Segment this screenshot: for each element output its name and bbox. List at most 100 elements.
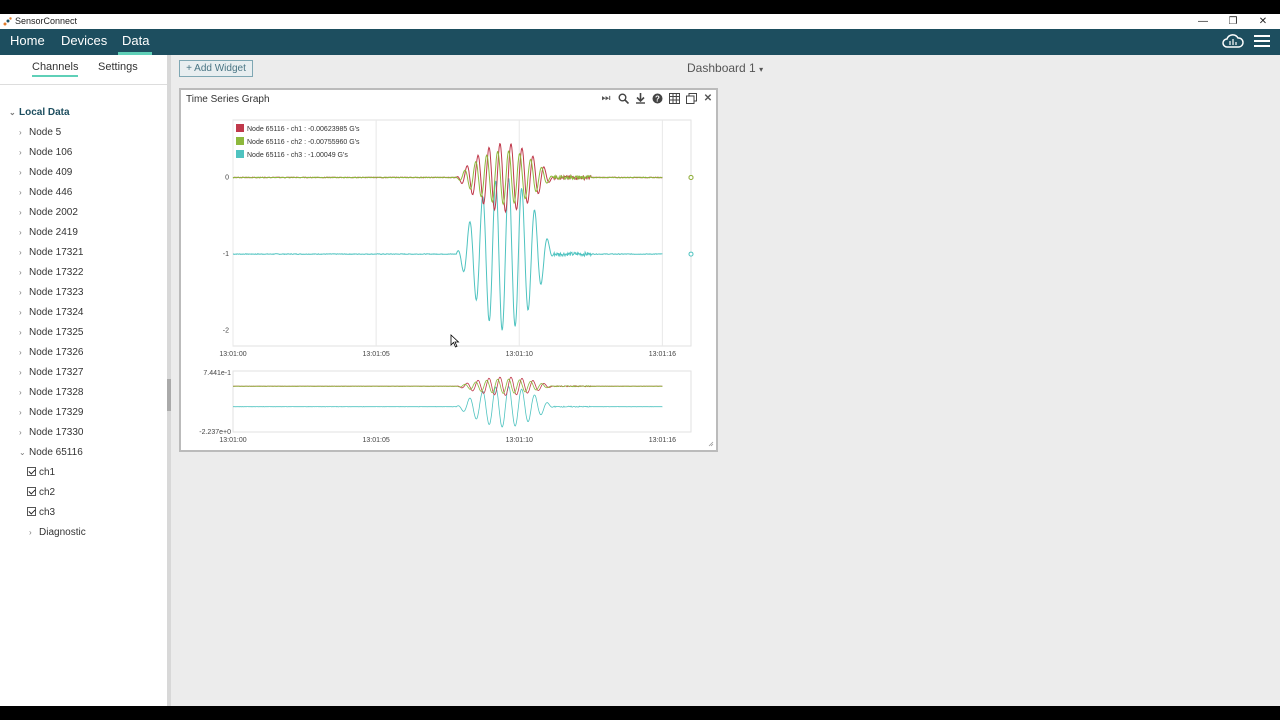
chevron-right-icon[interactable]: ›	[19, 248, 29, 257]
add-widget-button[interactable]: + Add Widget	[179, 60, 253, 77]
tree-node[interactable]: › Node 17330	[19, 427, 84, 438]
tree-label: Node 17330	[29, 427, 84, 438]
legend-swatch	[236, 124, 244, 132]
tree-label: Local Data	[19, 107, 70, 118]
top-nav: Home Devices Data	[0, 29, 1280, 55]
overview-x-tick: 13:01:05	[363, 437, 390, 444]
cloud-icon[interactable]	[1222, 32, 1244, 52]
channel-checkbox[interactable]	[27, 507, 36, 516]
dashboard-name: Dashboard 1	[687, 61, 756, 75]
channel-checkbox[interactable]	[27, 467, 36, 476]
channel-checkbox[interactable]	[27, 487, 36, 496]
tree-node[interactable]: › Node 17328	[19, 387, 84, 398]
overview-x-tick: 13:01:10	[506, 437, 533, 444]
tree-node[interactable]: › Node 106	[19, 147, 72, 158]
time-series-chart[interactable]: 13:01:00 13:01:05 13:01:10 13:01:16 0 -1 -2 Nod…	[181, 90, 716, 450]
chevron-right-icon[interactable]: ›	[19, 328, 29, 337]
close-window-button[interactable]: ✕	[1248, 14, 1278, 29]
x-tick-label: 13:01:10	[506, 351, 533, 358]
tree-node[interactable]: › Node 2419	[19, 227, 78, 238]
tree-node-diagnostic[interactable]: › Diagnostic	[29, 527, 86, 538]
tree-label: Node 17327	[29, 367, 84, 378]
x-tick-label: 13:01:16	[649, 351, 676, 358]
sidebar: Channels Settings ⌄ Local Data › Node 5 › Nod…	[0, 55, 167, 706]
chevron-right-icon[interactable]: ›	[19, 188, 29, 197]
tree-label: Node 17321	[29, 247, 84, 258]
channel-item[interactable]: ch2	[27, 487, 55, 498]
chevron-right-icon[interactable]: ›	[19, 148, 29, 157]
tree-node[interactable]: › Node 17321	[19, 247, 84, 258]
series-end-marker	[688, 251, 694, 257]
tree-label: Node 409	[29, 167, 73, 178]
app-window: SensorConnect — ❐ ✕ Home Devices Data Ch…	[0, 14, 1280, 706]
window-title: SensorConnect	[15, 16, 78, 26]
x-tick-label: 13:01:00	[219, 351, 246, 358]
tree-label: Node 17329	[29, 407, 84, 418]
overview-x-tick: 13:01:00	[219, 437, 246, 444]
chevron-right-icon[interactable]: ›	[19, 408, 29, 417]
legend-entry: Node 65116 - ch2 : -0.00755960 G's	[247, 139, 360, 146]
overview-y-max: 7.441e-1	[203, 370, 231, 377]
y-tick-label: 0	[225, 174, 229, 181]
chevron-right-icon[interactable]: ›	[19, 348, 29, 357]
resize-grip-icon	[708, 441, 714, 447]
tree-label: Node 106	[29, 147, 73, 158]
tree-label: Node 2419	[29, 227, 78, 238]
tree-label: Node 65116	[29, 447, 83, 458]
caret-down-icon: ▾	[759, 65, 764, 74]
chevron-right-icon[interactable]: ›	[19, 168, 29, 177]
tree-node[interactable]: › Node 446	[19, 187, 72, 198]
tree-node[interactable]: › Node 17326	[19, 347, 84, 358]
overview-x-tick: 13:01:16	[649, 437, 676, 444]
splitter-handle[interactable]	[167, 379, 171, 411]
chevron-right-icon[interactable]: ›	[19, 388, 29, 397]
channel-label: ch3	[39, 507, 56, 518]
chevron-right-icon[interactable]: ›	[19, 228, 29, 237]
chevron-right-icon[interactable]: ›	[19, 308, 29, 317]
tree-node[interactable]: › Node 17323	[19, 287, 84, 298]
mouse-cursor-icon	[450, 334, 460, 348]
nav-home[interactable]: Home	[10, 33, 45, 48]
tree-label: Node 17328	[29, 387, 84, 398]
tab-settings[interactable]: Settings	[98, 61, 138, 73]
channel-item[interactable]: ch1	[27, 467, 55, 478]
tree-label: Node 17325	[29, 327, 84, 338]
chevron-right-icon[interactable]: ›	[19, 428, 29, 437]
minimize-button[interactable]: —	[1188, 14, 1218, 29]
channel-item[interactable]: ch3	[27, 507, 55, 518]
chevron-down-icon[interactable]: ⌄	[9, 108, 19, 117]
tree-node[interactable]: › Node 5	[19, 127, 61, 138]
nav-devices[interactable]: Devices	[61, 33, 107, 48]
y-tick-label: -2	[223, 328, 229, 335]
time-series-widget[interactable]: Time Series Graph ⏭ ? ✕ 13:01:00 13:01:05…	[179, 88, 718, 452]
tree-node[interactable]: › Node 17329	[19, 407, 84, 418]
chevron-down-icon[interactable]: ⌄	[19, 448, 29, 457]
chevron-right-icon[interactable]: ›	[19, 208, 29, 217]
hamburger-menu-icon[interactable]	[1254, 35, 1270, 49]
dashboard-selector[interactable]: Dashboard 1 ▾	[687, 61, 763, 75]
restore-button[interactable]: ❐	[1218, 14, 1248, 29]
tree-node[interactable]: › Node 17325	[19, 327, 84, 338]
tree-root-local-data[interactable]: ⌄ Local Data	[9, 107, 70, 118]
tree-label: Node 2002	[29, 207, 78, 218]
tree-node[interactable]: › Node 2002	[19, 207, 78, 218]
legend-swatch	[236, 137, 244, 145]
tree-label: Node 446	[29, 187, 73, 198]
tree-node[interactable]: ⌄ Node 65116	[19, 447, 83, 458]
chevron-right-icon[interactable]: ›	[19, 268, 29, 277]
tree-node[interactable]: › Node 409	[19, 167, 72, 178]
tree-node[interactable]: › Node 17327	[19, 367, 84, 378]
tree-label: Node 5	[29, 127, 62, 138]
nav-data[interactable]: Data	[122, 33, 149, 48]
channel-label: ch2	[39, 487, 56, 498]
tree-label: Diagnostic	[39, 527, 86, 538]
chevron-right-icon[interactable]: ›	[19, 368, 29, 377]
tree-node[interactable]: › Node 17324	[19, 307, 84, 318]
tree-node[interactable]: › Node 17322	[19, 267, 84, 278]
tree-label: Node 17322	[29, 267, 84, 278]
chevron-right-icon[interactable]: ›	[19, 128, 29, 137]
chevron-right-icon[interactable]: ›	[29, 528, 39, 537]
title-bar: SensorConnect — ❐ ✕	[0, 14, 1280, 29]
chevron-right-icon[interactable]: ›	[19, 288, 29, 297]
tab-channels[interactable]: Channels	[32, 61, 79, 77]
